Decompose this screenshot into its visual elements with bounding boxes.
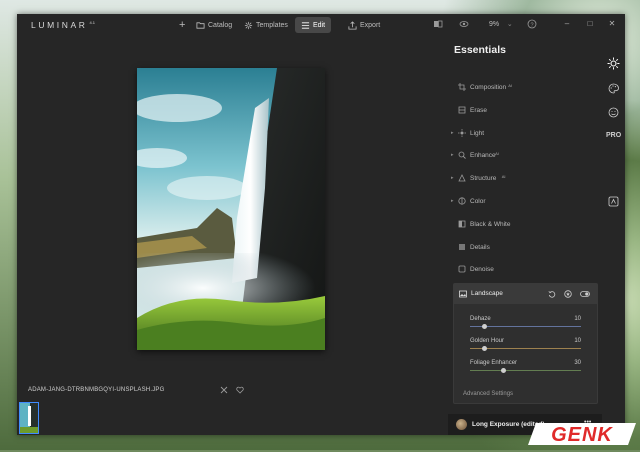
favorite-preset-icon[interactable] xyxy=(564,290,572,298)
expand-arrow-icon: ▸ xyxy=(451,152,454,159)
folder-icon xyxy=(196,21,205,29)
portrait-face-icon[interactable] xyxy=(608,107,619,118)
tab-templates[interactable]: Templates xyxy=(238,17,294,33)
structure-icon xyxy=(458,174,466,182)
compare-icon[interactable] xyxy=(433,19,443,29)
maximize-button[interactable]: □ xyxy=(584,18,596,30)
slider-track[interactable] xyxy=(470,324,581,329)
tool-black-white[interactable]: Black & White xyxy=(448,216,602,234)
svg-text:?: ? xyxy=(530,22,533,28)
waterfall-image xyxy=(137,68,325,350)
tool-label: Black & White xyxy=(470,220,511,228)
genk-watermark: GENK xyxy=(528,421,638,447)
tool-label: Denoise xyxy=(470,266,494,274)
panel-title: Essentials xyxy=(454,44,506,56)
heart-icon[interactable] xyxy=(236,386,244,394)
slider-label: Dehaze xyxy=(470,316,491,322)
preset-avatar xyxy=(456,419,467,430)
expand-arrow-icon: ▸ xyxy=(451,198,454,204)
tool-structure[interactable]: ▸ Structure AI xyxy=(448,170,602,188)
slider-label: Foliage Enhancer xyxy=(470,360,518,366)
slider-value: 10 xyxy=(574,316,581,322)
advanced-settings-link[interactable]: Advanced Settings xyxy=(463,391,513,397)
tool-erase[interactable]: Erase xyxy=(448,102,602,120)
close-button[interactable]: ✕ xyxy=(606,18,618,30)
image-filename: ADAM-JANG-DTRBNMBGQYI-UNSPLASH.JPG xyxy=(28,387,165,393)
slider-label: Golden Hour xyxy=(470,338,505,344)
ai-badge: AI xyxy=(501,174,506,180)
ai-badge: AI xyxy=(495,151,499,157)
tool-label: Light xyxy=(470,129,485,137)
color-icon xyxy=(458,197,466,205)
main-photo-canvas[interactable] xyxy=(137,68,325,350)
reset-icon[interactable] xyxy=(548,290,556,298)
reject-icon[interactable] xyxy=(220,386,228,394)
crop-icon xyxy=(458,83,466,91)
templates-icon xyxy=(244,21,253,29)
erase-icon xyxy=(458,106,466,114)
slider-value: 30 xyxy=(574,360,581,366)
essentials-panel: Essentials Composition AI Erase ▸ Light ▸ Enh… xyxy=(448,36,602,435)
slider-value: 10 xyxy=(574,338,581,344)
expand-arrow-icon: ▸ xyxy=(451,129,454,136)
tool-label: Enhance xyxy=(470,152,496,160)
eye-icon[interactable] xyxy=(459,19,469,29)
ai-badge: AI xyxy=(508,83,513,88)
pro-tools-button[interactable]: PRO xyxy=(606,132,621,139)
tool-label: Details xyxy=(470,243,490,251)
title-bar: LUMINAR 4.1 + Catalog Templates Edit Expo… xyxy=(17,14,625,36)
slider-track[interactable] xyxy=(470,368,581,373)
creative-palette-icon[interactable] xyxy=(608,83,619,94)
add-images-button[interactable]: + xyxy=(173,17,191,33)
tool-details[interactable]: Details xyxy=(448,239,602,257)
sun-icon xyxy=(458,128,466,137)
tool-rail: PRO xyxy=(602,36,625,435)
essentials-sun-icon[interactable] xyxy=(607,57,620,70)
tool-enhance[interactable]: ▸ Enhance AI xyxy=(448,147,602,165)
toggle-visibility-icon[interactable] xyxy=(580,290,590,298)
app-logo: LUMINAR 4.1 xyxy=(31,20,96,30)
tool-composition[interactable]: Composition AI xyxy=(448,79,602,97)
filmstrip-thumbnail[interactable] xyxy=(19,402,39,434)
tool-light[interactable]: ▸ Light xyxy=(448,125,602,143)
luminar-window: LUMINAR 4.1 + Catalog Templates Edit Expo… xyxy=(17,14,625,435)
export-icon xyxy=(348,20,357,30)
tab-edit[interactable]: Edit xyxy=(295,17,332,33)
sliders-icon xyxy=(301,21,310,29)
landscape-icon xyxy=(459,290,467,298)
thumbnail-image xyxy=(20,403,38,433)
slider-handle[interactable] xyxy=(482,346,487,351)
landscape-header[interactable]: Landscape xyxy=(454,284,597,304)
tab-catalog[interactable]: Catalog xyxy=(190,17,238,33)
genk-logo: GENK xyxy=(528,423,636,446)
slider-fill xyxy=(470,370,581,371)
zoom-dropdown[interactable]: 9% ⌄ xyxy=(489,20,513,28)
help-icon[interactable]: ? xyxy=(527,19,537,29)
details-icon xyxy=(459,243,465,250)
denoise-icon xyxy=(458,265,466,273)
slider-handle[interactable] xyxy=(482,324,487,329)
bw-icon xyxy=(458,220,466,228)
svg-text:GENK: GENK xyxy=(551,424,613,446)
tool-label: Erase xyxy=(470,106,487,114)
minimize-button[interactable]: – xyxy=(561,18,573,30)
tool-denoise[interactable]: Denoise xyxy=(448,261,602,279)
expand-arrow-icon: ▸ xyxy=(451,175,454,182)
enhance-icon xyxy=(458,151,466,160)
tool-label: Composition xyxy=(470,84,507,91)
slider-handle[interactable] xyxy=(501,368,506,373)
tool-color[interactable]: ▸ Color xyxy=(448,193,602,211)
local-masking-icon[interactable] xyxy=(608,196,619,207)
tab-export[interactable]: Export xyxy=(342,17,386,33)
landscape-tool: Landscape Dehaze 10 Golden Hour 10 Foliage E… xyxy=(453,283,598,404)
slider-track[interactable] xyxy=(470,346,581,351)
tool-label: Color xyxy=(470,198,486,205)
tool-label: Structure xyxy=(470,175,497,183)
landscape-title: Landscape xyxy=(471,290,503,297)
